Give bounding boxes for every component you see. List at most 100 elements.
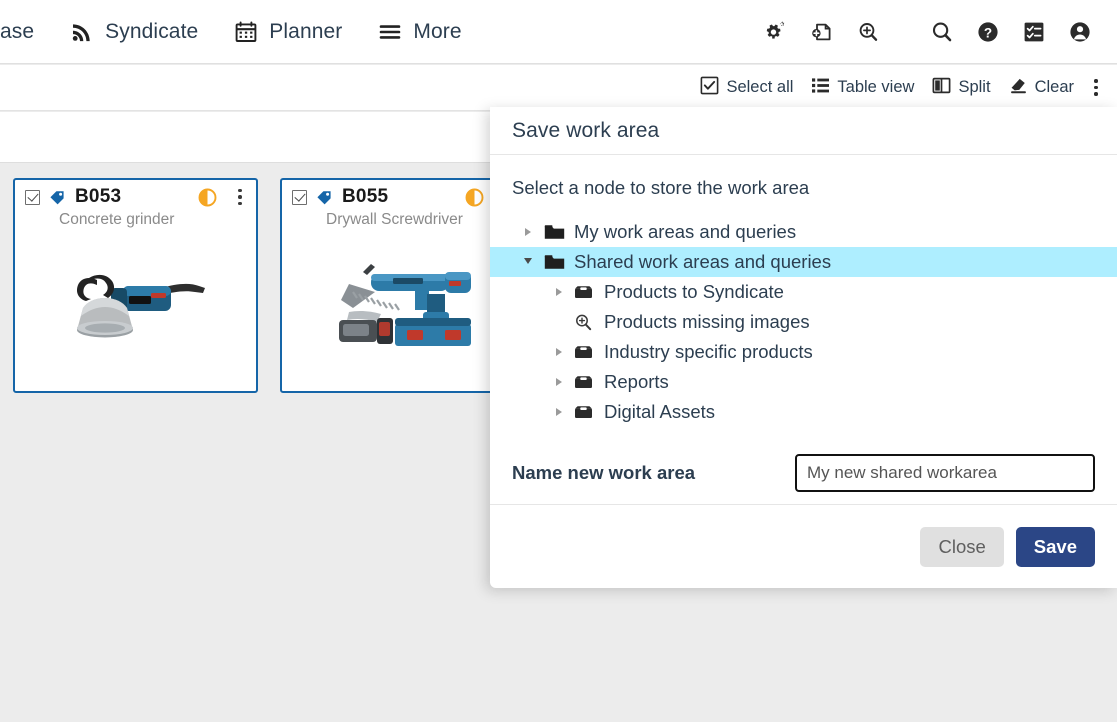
chevron-down-icon[interactable] (512, 258, 544, 264)
completeness-indicator (198, 188, 217, 207)
tree-node-reports[interactable]: Reports (490, 367, 1117, 397)
chevron-right-icon[interactable] (512, 378, 574, 386)
kebab-dot (1094, 85, 1098, 90)
kebab-dot (238, 201, 242, 206)
nav-item-label: ase (0, 19, 35, 43)
product-name: Drywall Screwdriver (326, 211, 463, 228)
rss-icon (70, 20, 94, 44)
product-id: B055 (342, 186, 389, 207)
folder-icon (544, 224, 574, 241)
product-card[interactable]: B053 Concrete grinder (13, 178, 258, 393)
application-root: ase Syndicate Planner More ? Select all … (0, 0, 1117, 722)
nav-item-label: More (413, 19, 462, 43)
product-image-drywall-screwdriver (282, 238, 523, 385)
product-id: B053 (75, 186, 122, 207)
kebab-dot (238, 195, 242, 199)
tree-node-label: Products to Syndicate (604, 281, 784, 302)
tree-node-products-to-syndicate[interactable]: Products to Syndicate (490, 277, 1117, 307)
svg-text:?: ? (984, 25, 992, 40)
nav-item-syndicate[interactable]: Syndicate (52, 0, 216, 64)
hamburger-icon (378, 20, 402, 44)
split-label: Split (958, 78, 991, 96)
tree-node-label: Reports (604, 371, 669, 392)
chevron-right-icon[interactable] (512, 288, 574, 296)
product-select-checkbox[interactable] (292, 189, 307, 205)
nav-item-planner[interactable]: Planner (216, 0, 360, 64)
save-work-area-dialog: Save work area Select a node to store th… (490, 107, 1117, 588)
dialog-prompt: Select a node to store the work area (512, 177, 810, 198)
tasks-icon[interactable] (1011, 0, 1057, 64)
new-document-icon[interactable] (799, 0, 845, 64)
kebab-dot (238, 188, 242, 193)
dialog-header: Save work area (490, 107, 1117, 155)
calendar-icon (234, 20, 258, 44)
tag-icon (316, 189, 333, 206)
product-card-header: B053 (15, 180, 256, 214)
settings-gears-icon[interactable] (753, 0, 799, 64)
split-panes-icon (932, 76, 951, 100)
folder-open-icon (574, 374, 604, 391)
nav-item-label: Planner (269, 19, 343, 43)
select-all-label: Select all (726, 78, 794, 96)
dialog-body: Select a node to store the work area My … (490, 155, 1117, 505)
product-name: Concrete grinder (59, 211, 175, 228)
tree-node-industry-specific-products[interactable]: Industry specific products (490, 337, 1117, 367)
name-work-area-input[interactable] (795, 453, 1095, 492)
search-icon[interactable] (919, 0, 965, 64)
completeness-indicator (465, 188, 484, 207)
folder-open-icon (574, 344, 604, 361)
tree-node-label: Products missing images (604, 311, 810, 332)
zoom-in-icon[interactable] (845, 0, 891, 64)
folder-open-icon (574, 284, 604, 301)
chevron-right-icon[interactable] (512, 348, 574, 356)
top-navigation-bar: ase Syndicate Planner More ? (0, 0, 1117, 64)
nav-item-truncated[interactable]: ase (0, 0, 52, 64)
product-card-header: B055 (282, 180, 523, 214)
product-card-menu[interactable] (232, 188, 248, 206)
tree-node-shared-work-areas[interactable]: Shared work areas and queries (490, 247, 1117, 277)
toolbar-separator (891, 0, 919, 64)
product-card[interactable]: B055 Drywall Screwdriver (280, 178, 525, 393)
eraser-icon (1009, 76, 1028, 100)
work-area-tree: My work areas and queries Shared work ar… (490, 217, 1117, 427)
name-work-area-row: Name new work area (490, 441, 1117, 505)
chevron-right-icon[interactable] (512, 228, 544, 236)
table-view-button[interactable]: Table view (802, 65, 923, 111)
tree-node-my-work-areas[interactable]: My work areas and queries (490, 217, 1117, 247)
clear-button[interactable]: Clear (1000, 65, 1083, 111)
select-all-button[interactable]: Select all (691, 65, 802, 111)
dialog-title: Save work area (512, 118, 660, 142)
dialog-footer: Close Save (490, 506, 1117, 588)
product-image-concrete-grinder (15, 238, 256, 385)
tree-node-label: My work areas and queries (574, 221, 797, 242)
help-icon[interactable]: ? (965, 0, 1011, 64)
save-button[interactable]: Save (1015, 527, 1095, 567)
folder-icon (544, 254, 574, 271)
tree-node-digital-assets[interactable]: Digital Assets (490, 397, 1117, 427)
tree-node-products-missing-images[interactable]: Products missing images (490, 307, 1117, 337)
split-button[interactable]: Split (923, 65, 999, 111)
nav-item-label: Syndicate (105, 19, 199, 43)
query-search-icon (574, 313, 604, 331)
list-view-icon (811, 76, 830, 100)
tree-node-label: Industry specific products (604, 341, 813, 362)
checkbox-checked-icon (700, 76, 719, 100)
chevron-right-icon[interactable] (512, 408, 574, 416)
product-select-checkbox[interactable] (25, 189, 40, 205)
folder-open-icon (574, 404, 604, 421)
table-view-label: Table view (837, 78, 915, 96)
close-button[interactable]: Close (920, 527, 1004, 567)
primary-nav: ase Syndicate Planner More (0, 0, 480, 64)
tree-node-label: Digital Assets (604, 401, 716, 422)
user-avatar-icon[interactable] (1057, 0, 1103, 64)
kebab-dot (1094, 79, 1098, 83)
tag-icon (49, 189, 66, 206)
toolbar-overflow-menu[interactable] (1083, 65, 1109, 111)
clear-label: Clear (1034, 78, 1074, 96)
kebab-dot (1094, 92, 1098, 96)
name-work-area-label: Name new work area (512, 461, 696, 483)
top-tool-icons: ? (753, 0, 1117, 64)
results-toolbar: Select all Table view Split Clear (0, 65, 1117, 111)
nav-item-more[interactable]: More (360, 0, 479, 64)
tree-node-label: Shared work areas and queries (574, 251, 832, 272)
